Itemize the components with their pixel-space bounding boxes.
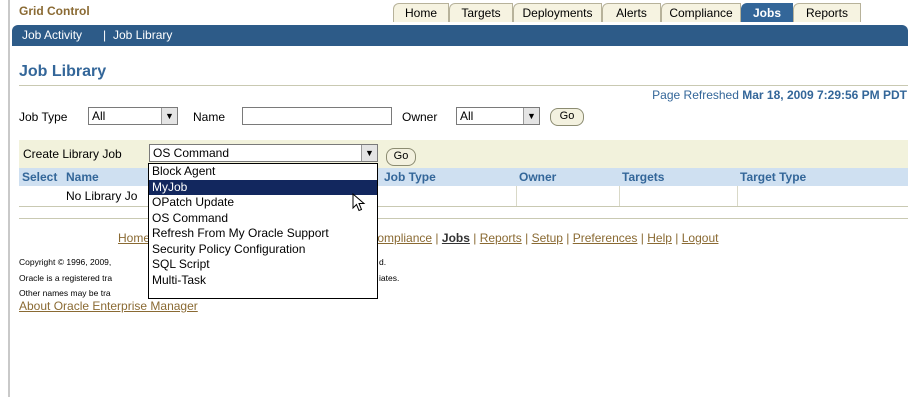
create-job-value: OS Command [153,146,230,160]
sub-navigation: Job Activity | Job Library [12,25,908,46]
tab-jobs[interactable]: Jobs [741,3,793,22]
chevron-down-icon[interactable]: ▼ [523,108,539,124]
job-type-label: Job Type [19,110,68,124]
about-link[interactable]: About Oracle Enterprise Manager [19,299,198,313]
dropdown-option[interactable]: Multi-Task [149,273,377,289]
copyright-line-3: Other names may be tra [19,288,111,298]
cell-divider [619,186,620,206]
footer-separator: | [525,231,529,245]
title-divider [19,85,908,86]
mouse-cursor-icon [352,193,366,212]
footer-link-help[interactable]: Help [647,231,672,245]
footer-link-compliance[interactable]: Compliance [369,231,432,245]
left-border [8,0,10,397]
copyright-text: d. [379,257,387,267]
col-owner[interactable]: Owner [519,170,556,184]
create-go-button[interactable]: Go [386,148,416,166]
owner-select[interactable]: All ▼ [456,107,540,125]
tab-reports[interactable]: Reports [793,3,861,22]
footer-separator: | [675,231,679,245]
refreshed-label: Page Refreshed [652,88,739,102]
col-job-type[interactable]: Job Type [384,170,436,184]
col-targets: Targets [622,170,665,184]
footer-link-jobs[interactable]: Jobs [442,231,470,245]
filter-go-button[interactable]: Go [550,108,584,126]
empty-message: No Library Jo [66,189,138,203]
footer-link-reports[interactable]: Reports [480,231,522,245]
dropdown-option[interactable]: Refresh From My Oracle Support [149,226,377,242]
create-library-job-select[interactable]: OS Command ▼ [149,144,378,162]
col-select: Select [22,170,58,184]
copyright-text: Oracle is a registered tra [19,273,113,283]
dropdown-option-selected[interactable]: MyJob [149,179,377,195]
job-type-select[interactable]: All ▼ [88,107,178,125]
footer-separator: | [473,231,477,245]
create-library-job-label: Create Library Job [23,147,122,161]
cell-divider [737,186,738,206]
name-label: Name [193,110,226,124]
tab-targets[interactable]: Targets [449,3,513,22]
footer-separator: | [566,231,570,245]
dropdown-option[interactable]: Security Policy Configuration [149,242,377,258]
dropdown-option[interactable]: OS Command [149,211,377,227]
chevron-down-icon[interactable]: ▼ [161,108,177,124]
dropdown-option[interactable]: Block Agent [149,164,377,180]
tab-compliance[interactable]: Compliance [661,3,741,22]
tab-deployments[interactable]: Deployments [513,3,602,22]
tab-alerts[interactable]: Alerts [602,3,661,22]
subnav-job-activity[interactable]: Job Activity [22,28,82,42]
footer-separator: | [435,231,439,245]
footer-link-logout[interactable]: Logout [682,231,719,245]
owner-label: Owner [402,110,438,124]
subnav-job-library[interactable]: Job Library [113,28,172,42]
app-title: Grid Control [19,4,90,18]
footer-separator: | [640,231,644,245]
col-name[interactable]: Name [66,170,99,184]
copyright-text: Copyright © 1996, 2009, [19,257,112,267]
copyright-text: Other names may be tra [19,288,111,298]
footer-link-preferences[interactable]: Preferences [573,231,638,245]
tab-home[interactable]: Home [393,3,449,22]
chevron-down-icon[interactable]: ▼ [361,145,377,161]
name-input[interactable] [242,107,392,125]
subnav-separator: | [103,28,107,42]
owner-value: All [460,109,474,123]
col-target-type: Target Type [740,170,807,184]
page-refreshed: Page Refreshed Mar 18, 2009 7:29:56 PM P… [652,88,907,102]
dropdown-option[interactable]: SQL Script [149,257,377,273]
job-type-value: All [92,109,106,123]
refreshed-time: Mar 18, 2009 7:29:56 PM PDT [742,88,907,102]
footer-link-setup[interactable]: Setup [532,231,563,245]
create-job-dropdown-list[interactable]: Block Agent MyJob OPatch Update OS Comma… [148,163,378,299]
cell-divider [516,186,517,206]
copyright-line-2: Oracle is a registered tra iates. [19,273,399,283]
copyright-text: iates. [379,273,400,283]
dropdown-option[interactable]: OPatch Update [149,195,377,211]
page-title: Job Library [19,63,107,80]
footer-link-home[interactable]: Home [118,231,150,245]
copyright-line-1: Copyright © 1996, 2009, d. [19,257,386,267]
